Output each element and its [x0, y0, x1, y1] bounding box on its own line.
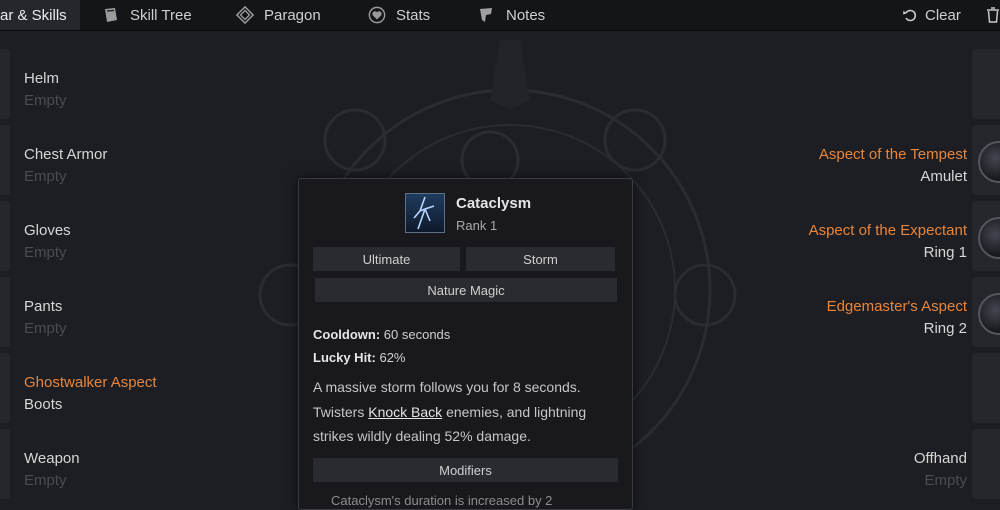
slot-chest-armor[interactable]: Chest Armor Empty	[0, 125, 260, 195]
slot-title: Weapon	[24, 450, 80, 467]
slot-subtitle: Boots	[24, 396, 63, 413]
clear-label: Clear	[925, 6, 961, 24]
slot-edge	[0, 429, 10, 499]
gem-orb-icon	[978, 141, 1000, 183]
tab-stats[interactable]: Stats	[368, 0, 430, 30]
cooldown-label: Cooldown:	[313, 327, 381, 342]
tag-nature-magic: Nature Magic	[315, 278, 617, 302]
slot-ring-1[interactable]: Aspect of the Expectant Ring 1	[740, 201, 1000, 271]
top-tab-bar: ar & Skills Skill Tree Paragon Stats Not…	[0, 0, 1000, 31]
slot-title: Pants	[24, 298, 63, 315]
skill-rank: Rank 1	[456, 218, 498, 233]
slot-title: Helm	[24, 70, 60, 87]
slot-amulet[interactable]: Aspect of the Tempest Amulet	[740, 125, 1000, 195]
tab-label: Notes	[506, 6, 546, 24]
undo-icon	[901, 6, 919, 24]
slot-helm[interactable]: Helm Empty	[0, 49, 260, 119]
lightning-storm-icon	[405, 193, 445, 233]
skill-description: A massive storm follows you for 8 second…	[313, 375, 618, 449]
cooldown-value: 60 seconds	[383, 327, 451, 342]
cooldown-line: Cooldown: 60 seconds	[313, 327, 450, 342]
slot-weapon[interactable]: Weapon Empty	[0, 429, 260, 499]
slot-title: Aspect of the Tempest	[818, 146, 967, 163]
lucky-hit-line: Lucky Hit: 62%	[313, 350, 406, 365]
tab-gear-and-skills[interactable]: ar & Skills	[0, 0, 80, 30]
slot-subtitle: Empty	[24, 472, 67, 489]
slot-ring-2[interactable]: Edgemaster's Aspect Ring 2	[740, 277, 1000, 347]
slot-socket	[972, 201, 1000, 271]
slot-gloves[interactable]: Gloves Empty	[0, 201, 260, 271]
slot-socket	[972, 429, 1000, 499]
gem-orb-icon	[978, 293, 1000, 335]
shield-heart-icon	[368, 6, 386, 24]
book-icon	[102, 6, 120, 24]
modifier-text: Cataclysm's duration is increased by 2	[331, 493, 553, 508]
tag-ultimate: Ultimate	[313, 247, 460, 271]
slot-title: Edgemaster's Aspect	[826, 298, 967, 315]
clear-button[interactable]: Clear	[901, 0, 961, 30]
slot-edge	[0, 353, 10, 423]
tab-label: Paragon	[264, 6, 321, 24]
slot-socket	[972, 125, 1000, 195]
slot-title: Chest Armor	[24, 146, 108, 163]
slot-socket	[972, 277, 1000, 347]
tab-skill-tree[interactable]: Skill Tree	[102, 0, 192, 30]
slot-right-empty-mid[interactable]	[740, 353, 1000, 423]
tab-paragon[interactable]: Paragon	[236, 0, 321, 30]
tab-label: Skill Tree	[130, 6, 192, 24]
slot-title: Aspect of the Expectant	[808, 222, 967, 239]
slot-subtitle: Empty	[24, 320, 67, 337]
knock-back-link[interactable]: Knock Back	[368, 404, 442, 420]
slot-edge	[0, 277, 10, 347]
lucky-hit-value: 62%	[379, 350, 406, 365]
tab-notes[interactable]: Notes	[478, 0, 545, 30]
gem-orb-icon	[978, 217, 1000, 259]
skill-tooltip: Cataclysm Rank 1 Ultimate Storm Nature M…	[298, 178, 633, 510]
slot-subtitle: Empty	[24, 168, 67, 185]
paragon-diamond-icon	[236, 5, 254, 25]
slot-subtitle: Empty	[24, 92, 67, 109]
note-icon	[478, 6, 496, 24]
delete-button[interactable]	[984, 0, 1000, 30]
slot-subtitle: Ring 1	[923, 244, 967, 261]
slot-edge	[0, 201, 10, 271]
lucky-hit-label: Lucky Hit:	[313, 350, 376, 365]
slot-subtitle: Amulet	[920, 168, 967, 185]
trash-icon	[984, 6, 1000, 24]
slot-socket	[972, 353, 1000, 423]
slot-subtitle: Empty	[924, 472, 967, 489]
slot-title: Gloves	[24, 222, 71, 239]
slot-edge	[0, 49, 10, 119]
slot-subtitle: Empty	[24, 244, 67, 261]
slot-title: Ghostwalker Aspect	[24, 374, 157, 391]
modifiers-header: Modifiers	[313, 458, 618, 482]
slot-title: Offhand	[913, 450, 967, 467]
slot-subtitle: Ring 2	[923, 320, 967, 337]
slot-boots[interactable]: Ghostwalker Aspect Boots	[0, 353, 260, 423]
slot-pants[interactable]: Pants Empty	[0, 277, 260, 347]
skill-name: Cataclysm	[456, 195, 532, 212]
slot-right-empty-top[interactable]	[740, 49, 1000, 119]
slot-offhand[interactable]: Offhand Empty	[740, 429, 1000, 499]
slot-socket	[972, 49, 1000, 119]
tag-storm: Storm	[466, 247, 615, 271]
tab-label: ar & Skills	[0, 6, 67, 24]
tab-label: Stats	[396, 6, 431, 24]
slot-edge	[0, 125, 10, 195]
